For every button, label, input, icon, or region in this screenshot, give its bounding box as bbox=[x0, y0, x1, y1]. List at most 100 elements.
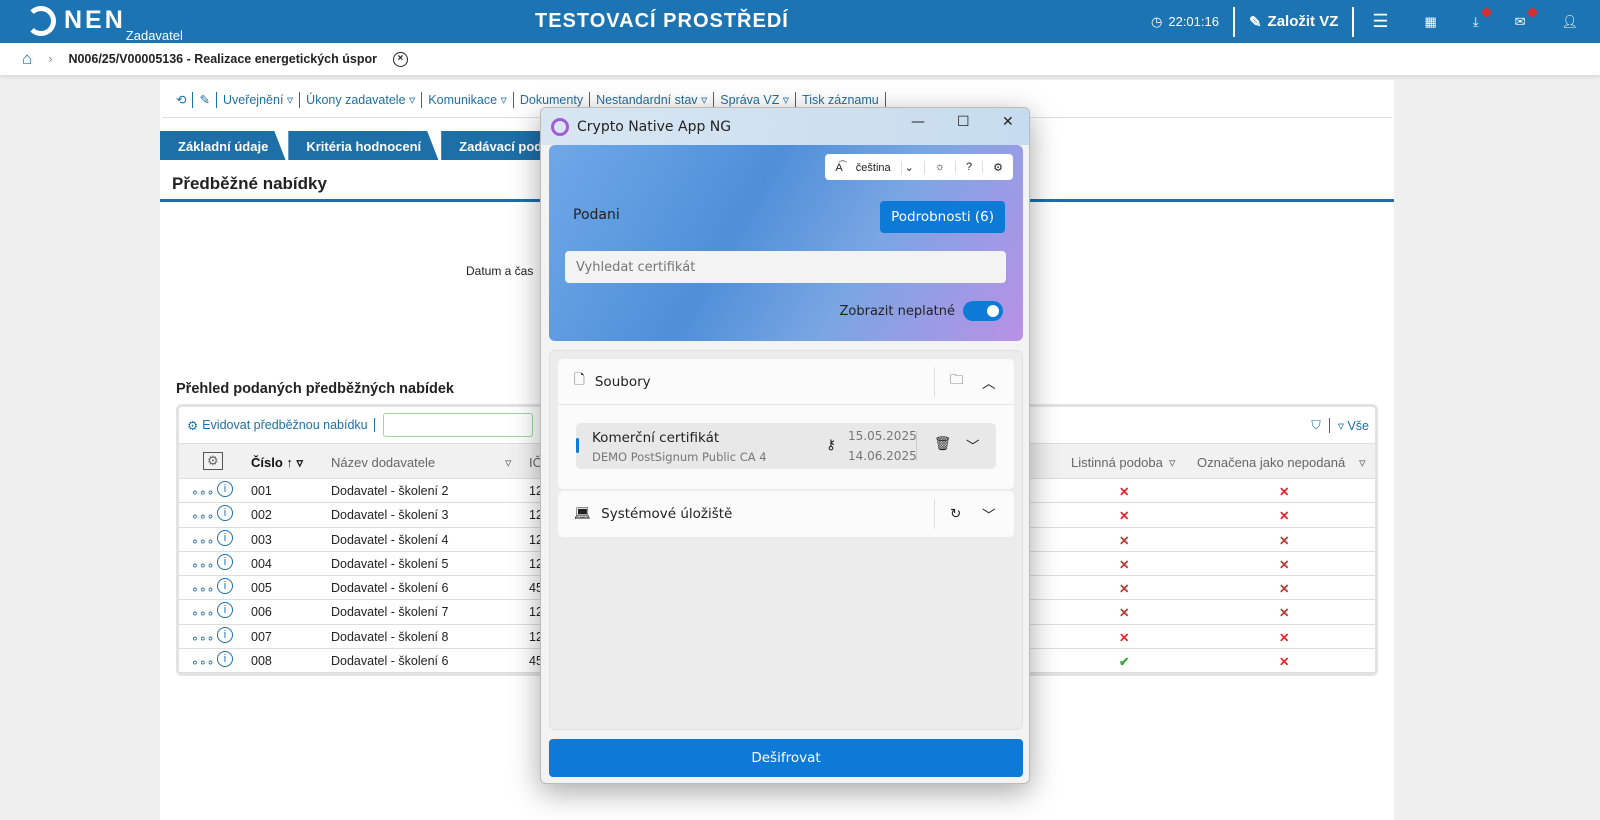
cell-nazev: Dodavatel - školení 3 bbox=[331, 508, 449, 523]
folder-open-icon[interactable]: 🗀 bbox=[950, 370, 964, 393]
col-nazev-filter[interactable]: ▿ bbox=[505, 455, 512, 471]
col-nepodana[interactable]: Označena jako nepodaná bbox=[1197, 455, 1345, 470]
details-button[interactable]: Podrobnosti (6) bbox=[880, 201, 1005, 233]
certificate-item[interactable]: Komerční certifikát DEMO PostSignum Publ… bbox=[576, 423, 996, 469]
info-icon[interactable]: i bbox=[217, 529, 233, 546]
maximize-button[interactable]: ☐ bbox=[957, 114, 970, 130]
col-nazev[interactable]: Název dodavatele bbox=[331, 455, 435, 470]
minimize-button[interactable]: — bbox=[911, 114, 925, 130]
refresh-icon[interactable]: ↻ bbox=[950, 506, 961, 522]
cell-nazev: Dodavatel - školení 2 bbox=[331, 484, 449, 498]
cell-listinna: ✕ bbox=[1119, 630, 1130, 645]
col-listinna-filter[interactable]: ▿ bbox=[1169, 455, 1176, 471]
col-listinna[interactable]: Listinná podoba bbox=[1071, 455, 1163, 470]
mail-icon[interactable]: ✉ bbox=[1497, 7, 1544, 30]
cell-nepodana: ✕ bbox=[1279, 655, 1290, 670]
tab-zakladni-udaje[interactable]: Základní údaje bbox=[160, 131, 286, 162]
chevron-up-icon[interactable]: ︿ bbox=[982, 372, 996, 392]
refresh-icon[interactable]: ⟲ bbox=[170, 91, 194, 108]
info-icon[interactable]: i bbox=[217, 651, 233, 668]
breadcrumb: ⌂ › N006/25/V00005136 - Realizace energe… bbox=[0, 43, 1600, 75]
tab-kriteria[interactable]: Kritéria hodnocení bbox=[288, 131, 439, 162]
language-select[interactable]: A͡ čeština ⌄ bbox=[825, 160, 925, 174]
cell-cislo: 006 bbox=[251, 605, 272, 620]
home-icon[interactable]: ⌂ bbox=[22, 49, 32, 69]
help-icon[interactable]: ? bbox=[956, 161, 984, 173]
breadcrumb-title[interactable]: N006/25/V00005136 - Realizace energetick… bbox=[68, 52, 377, 66]
cell-listinna: ✕ bbox=[1119, 509, 1130, 524]
bug-icon[interactable]: ☼ bbox=[925, 161, 956, 173]
row-actions-icon[interactable]: ∘∘∘ bbox=[191, 484, 214, 499]
info-icon[interactable]: i bbox=[217, 578, 233, 595]
show-invalid-toggle[interactable] bbox=[963, 301, 1003, 321]
dialog-header: A͡ čeština ⌄ ☼ ? ⚙ Podani Podrobnosti (6… bbox=[549, 145, 1023, 341]
cell-cislo: 001 bbox=[251, 484, 272, 498]
row-actions-icon[interactable]: ∘∘∘ bbox=[191, 630, 214, 645]
toolbar-nestandardni[interactable]: Nestandardní stav ▿ bbox=[590, 91, 715, 108]
toolbar-ukony[interactable]: Úkony zadavatele ▿ bbox=[300, 91, 423, 108]
download-icon[interactable]: ⤓ bbox=[1455, 7, 1497, 30]
certificate-search-input[interactable] bbox=[565, 251, 1006, 283]
toolbar-komunikace[interactable]: Komunikace ▿ bbox=[422, 91, 514, 108]
settings-gear-icon[interactable]: ⚙ bbox=[983, 161, 1013, 174]
cell-nepodana: ✕ bbox=[1279, 533, 1290, 548]
info-icon[interactable]: i bbox=[217, 481, 233, 497]
pencil-icon[interactable]: ✎ bbox=[193, 91, 217, 108]
crypto-app-dialog: Crypto Native App NG — ☐ ✕ A͡ čeština ⌄ … bbox=[540, 107, 1030, 784]
col-cislo[interactable]: Číslo ↑ ▿ bbox=[251, 455, 303, 471]
chevron-down-icon[interactable]: ﹀ bbox=[966, 435, 980, 455]
row-actions-icon[interactable]: ∘∘∘ bbox=[191, 557, 214, 572]
system-store-title: Systémové úložiště bbox=[601, 506, 733, 522]
cell-listinna: ✕ bbox=[1119, 485, 1130, 499]
filter-icon[interactable]: ⛉ bbox=[1311, 418, 1320, 433]
create-vz-label: Založit VZ bbox=[1267, 13, 1339, 30]
filter-all-button[interactable]: ▿ Vše bbox=[1328, 417, 1369, 433]
col-nepodana-filter[interactable]: ▿ bbox=[1359, 455, 1366, 471]
toolbar-dokumenty[interactable]: Dokumenty bbox=[514, 91, 591, 108]
toolbar-tisk[interactable]: Tisk záznamu bbox=[796, 91, 886, 108]
nen-logo[interactable]: NEN Zadavatel bbox=[26, 6, 183, 43]
cert-name: Komerční certifikát bbox=[592, 430, 720, 446]
info-icon[interactable]: i bbox=[217, 505, 233, 522]
show-invalid-label: Zobrazit neplatné bbox=[839, 303, 956, 319]
toolbar-sprava[interactable]: Správa VZ ▿ bbox=[714, 91, 797, 108]
cell-cislo: 008 bbox=[251, 654, 272, 669]
row-actions-icon[interactable]: ∘∘∘ bbox=[191, 581, 214, 596]
calendar-icon[interactable]: ▦ bbox=[1407, 14, 1455, 30]
trash-icon[interactable]: 🗑︎ bbox=[934, 436, 951, 452]
create-vz-button[interactable]: ✎ Založit VZ bbox=[1235, 13, 1352, 31]
selected-indicator bbox=[576, 438, 579, 453]
row-actions-icon[interactable]: ∘∘∘ bbox=[191, 654, 214, 669]
cell-nepodana: ✕ bbox=[1279, 606, 1290, 621]
close-icon[interactable]: × bbox=[392, 51, 408, 67]
info-icon[interactable]: i bbox=[217, 553, 233, 570]
info-icon[interactable]: i bbox=[217, 626, 233, 643]
menu-icon[interactable]: ☰ bbox=[1354, 11, 1406, 32]
cell-listinna: ✔ bbox=[1119, 655, 1130, 670]
cell-cislo: 002 bbox=[251, 508, 272, 523]
dialog-title: Crypto Native App NG bbox=[577, 118, 732, 135]
add-offer-button[interactable]: Evidovat předběžnou nabídku bbox=[202, 418, 375, 432]
top-bar: NEN Zadavatel TESTOVACÍ PROSTŘEDÍ ◷ 22:01:… bbox=[0, 0, 1600, 43]
cell-nazev: Dodavatel - školení 5 bbox=[331, 556, 449, 571]
filter-all-label: Vše bbox=[1347, 418, 1369, 433]
column-settings-icon[interactable]: ⚙ bbox=[203, 452, 223, 470]
cell-nazev: Dodavatel - školení 4 bbox=[331, 532, 449, 547]
row-actions-icon[interactable]: ∘∘∘ bbox=[191, 605, 214, 620]
files-title: Soubory bbox=[594, 373, 651, 390]
row-actions-icon[interactable]: ∘∘∘ bbox=[191, 508, 214, 523]
toolbar-uverejneni[interactable]: Uveřejnění ▿ bbox=[217, 91, 301, 108]
notification-dot bbox=[1528, 7, 1538, 17]
decrypt-button[interactable]: Dešifrovat bbox=[549, 739, 1023, 777]
cell-nepodana: ✕ bbox=[1279, 485, 1290, 499]
environment-label: TESTOVACÍ PROSTŘEDÍ bbox=[535, 10, 789, 32]
cell-nazev: Dodavatel - školení 8 bbox=[331, 629, 449, 644]
row-actions-icon[interactable]: ∘∘∘ bbox=[191, 533, 214, 548]
system-store-section[interactable]: 💻︎ Systémové úložiště ↻ ﹀ bbox=[558, 491, 1014, 537]
chevron-down-icon[interactable]: ﹀ bbox=[982, 504, 996, 524]
close-window-button[interactable]: ✕ bbox=[1002, 114, 1014, 130]
file-icon: 🗋 bbox=[574, 372, 585, 388]
user-icon[interactable]: 👤︎ bbox=[1543, 14, 1600, 30]
grid-search-input[interactable] bbox=[382, 413, 533, 437]
info-icon[interactable]: i bbox=[217, 602, 233, 619]
